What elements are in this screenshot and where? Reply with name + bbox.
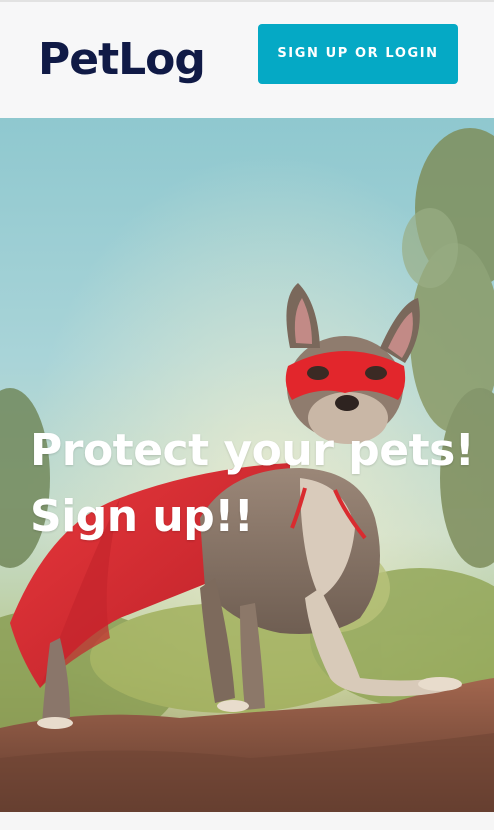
page: PetLog SIGN UP OR LOGIN Protect your pet… xyxy=(0,0,494,830)
hero-banner: Protect your pets! Sign up!! xyxy=(0,118,494,812)
sign-up-login-button[interactable]: SIGN UP OR LOGIN xyxy=(258,24,458,84)
hero-headline: Protect your pets! Sign up!! xyxy=(30,418,475,550)
site-header: PetLog SIGN UP OR LOGIN xyxy=(0,2,494,118)
hero-headline-line-1: Protect your pets! xyxy=(30,425,475,476)
bottom-strip xyxy=(0,812,494,830)
logo[interactable]: PetLog xyxy=(38,32,206,88)
hero-headline-line-2: Sign up!! xyxy=(30,491,254,542)
